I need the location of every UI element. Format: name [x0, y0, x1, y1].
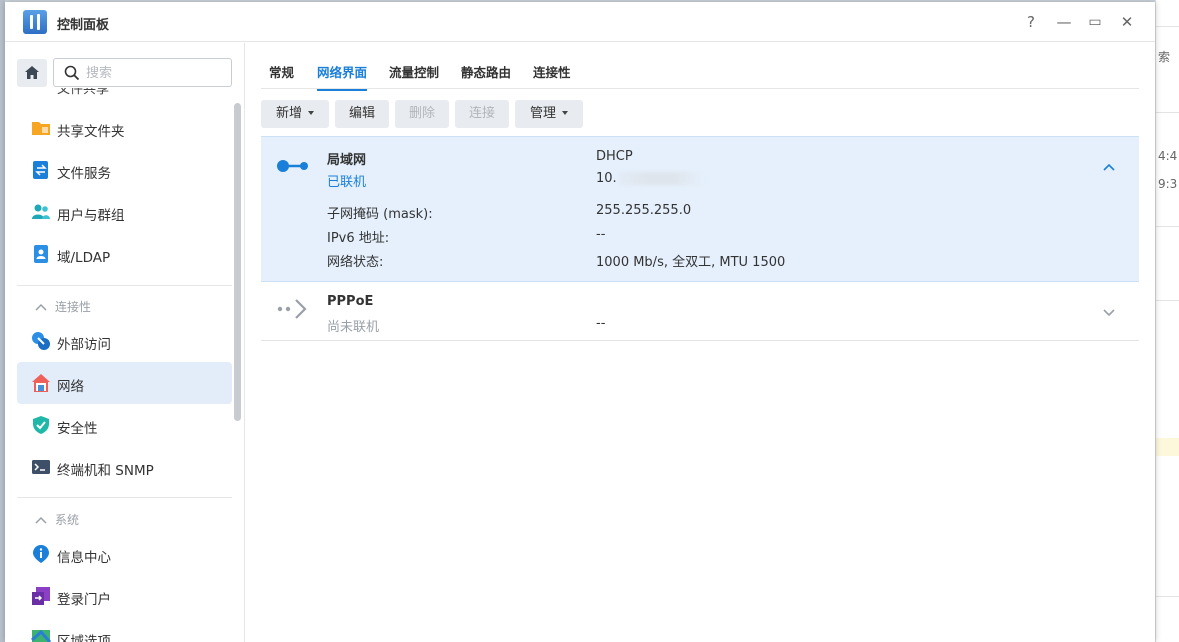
caret-down-icon — [308, 110, 314, 115]
tab-traffic-control[interactable]: 流量控制 — [389, 62, 439, 81]
interface-name: 局域网 — [327, 153, 367, 168]
maximize-button[interactable]: ▭ — [1085, 12, 1105, 32]
shield-icon — [33, 416, 49, 434]
bg-fragment-text: 4:4 — [1158, 149, 1178, 163]
sidebar-item-label: 信息中心 — [57, 550, 111, 566]
interface-status: 尚未联机 — [327, 320, 380, 335]
sidebar-item-label: 区域选项 — [57, 634, 111, 642]
interface-status: 已联机 — [327, 175, 367, 190]
domain-ldap-icon — [34, 245, 48, 263]
external-access-icon — [32, 332, 50, 350]
connected-interface-icon — [277, 160, 308, 172]
detail-key: 子网掩码 (mask): — [327, 207, 433, 222]
ip-prefix: 10. — [596, 171, 617, 186]
section-header-label: 连接性 — [55, 300, 92, 314]
interface-mode: DHCP — [596, 149, 633, 164]
sidebar-item-label: 安全性 — [57, 421, 98, 437]
search-field[interactable] — [53, 58, 232, 87]
background-window-fragment: 索 4:4 9:3 — [1155, 0, 1179, 642]
tab-static-route[interactable]: 静态路由 — [461, 62, 511, 81]
ip-redacted — [618, 172, 703, 185]
caret-down-icon — [562, 110, 568, 115]
interface-value: -- — [596, 316, 606, 331]
sidebar-item-label: 域/LDAP — [57, 250, 111, 266]
detail-value: -- — [596, 227, 606, 242]
interface-name: PPPoE — [327, 294, 374, 309]
tab-network-interface[interactable]: 网络界面 — [317, 62, 368, 91]
login-portal-icon — [32, 587, 50, 605]
bg-fragment-text: 索 — [1158, 50, 1171, 64]
chevron-up-icon — [35, 300, 47, 314]
sidebar-item-domain-ldap[interactable]: 域/LDAP — [17, 233, 232, 275]
connect-button[interactable]: 连接 — [455, 100, 509, 128]
window-title: 控制面板 — [57, 18, 110, 33]
tab-general[interactable]: 常规 — [269, 62, 294, 81]
info-icon — [33, 545, 49, 563]
create-dropdown-button[interactable]: 新增 — [261, 100, 329, 128]
search-icon — [64, 65, 80, 81]
sidebar-item-label: 外部访问 — [57, 337, 111, 353]
control-panel-app-icon — [23, 10, 47, 34]
sidebar-item-file-services[interactable]: 文件服务 — [17, 149, 232, 191]
bg-fragment-text: 9:3 — [1158, 177, 1178, 191]
terminal-icon — [32, 460, 50, 474]
home-button[interactable] — [17, 59, 47, 87]
sidebar-divider — [17, 497, 232, 498]
sidebar-item-terminal-snmp[interactable]: 终端机和 SNMP — [17, 446, 232, 488]
detail-key: 网络状态: — [327, 255, 384, 270]
section-header-system[interactable]: 系统 — [35, 511, 79, 528]
close-button[interactable]: ✕ — [1117, 12, 1137, 32]
title-bar: 控制面板 ? — ▭ ✕ — [5, 2, 1155, 42]
sidebar-item-security[interactable]: 安全性 — [17, 404, 232, 446]
chevron-up-icon — [35, 513, 47, 527]
search-input[interactable] — [86, 63, 226, 83]
sidebar-item-label: 登录门户 — [57, 592, 111, 608]
manage-dropdown-button[interactable]: 管理 — [515, 100, 583, 128]
sidebar-item-network[interactable]: 网络 — [17, 362, 232, 404]
control-panel-window: 控制面板 ? — ▭ ✕ 文件共享 共享文件夹 文件服务 用户与群组 域 — [5, 2, 1155, 642]
detail-value: 255.255.255.0 — [596, 203, 692, 218]
sidebar-item-file-sharing-header: 文件共享 — [57, 88, 110, 96]
chevron-down-icon[interactable] — [1099, 302, 1119, 322]
home-icon — [25, 66, 39, 79]
disconnected-interface-icon — [277, 299, 307, 319]
detail-value: 1000 Mb/s, 全双工, MTU 1500 — [596, 255, 786, 270]
section-header-connectivity[interactable]: 连接性 — [35, 298, 91, 315]
help-button[interactable]: ? — [1021, 12, 1041, 32]
sidebar-item-login-portal[interactable]: 登录门户 — [17, 575, 232, 617]
create-label: 新增 — [275, 106, 302, 121]
file-services-icon — [33, 161, 48, 179]
sidebar-item-users-groups[interactable]: 用户与群组 — [17, 191, 232, 233]
edit-button[interactable]: 编辑 — [335, 100, 389, 128]
sidebar-item-label: 共享文件夹 — [57, 124, 125, 140]
regional-options-icon — [31, 629, 51, 642]
tab-connectivity[interactable]: 连接性 — [533, 62, 571, 81]
sidebar-divider — [17, 285, 232, 286]
folder-icon — [32, 122, 50, 135]
sidebar-scrollbar[interactable] — [234, 103, 241, 421]
minimize-button[interactable]: — — [1054, 12, 1074, 32]
chevron-up-icon[interactable] — [1099, 157, 1119, 177]
interface-row-pppoe[interactable]: PPPoE 尚未联机 -- — [261, 282, 1139, 341]
sidebar-item-info-center[interactable]: 信息中心 — [17, 533, 232, 575]
section-header-label: 系统 — [55, 513, 80, 527]
sidebar: 文件共享 共享文件夹 文件服务 用户与群组 域/LDAP 连接性 外部访问 — [5, 43, 245, 642]
sidebar-item-label: 网络 — [57, 379, 84, 395]
sidebar-item-label: 用户与群组 — [57, 208, 125, 224]
delete-button[interactable]: 删除 — [395, 100, 449, 128]
tab-bar: 常规 网络界面 流量控制 静态路由 连接性 — [261, 43, 1139, 91]
sidebar-item-label: 终端机和 SNMP — [57, 463, 154, 479]
network-house-icon — [32, 374, 50, 392]
sidebar-item-label: 文件服务 — [57, 166, 111, 182]
manage-label: 管理 — [529, 106, 556, 121]
sidebar-item-shared-folder[interactable]: 共享文件夹 — [17, 107, 232, 149]
detail-key: IPv6 地址: — [327, 231, 390, 246]
sidebar-item-external-access[interactable]: 外部访问 — [17, 320, 232, 362]
users-icon — [32, 204, 50, 219]
sidebar-item-regional-options[interactable]: 区域选项 — [17, 617, 232, 642]
interface-ip: 10. — [596, 171, 703, 186]
interface-row-lan[interactable]: 局域网 已联机 DHCP 10. 子网掩码 (mask): 255.255.25… — [261, 136, 1139, 282]
